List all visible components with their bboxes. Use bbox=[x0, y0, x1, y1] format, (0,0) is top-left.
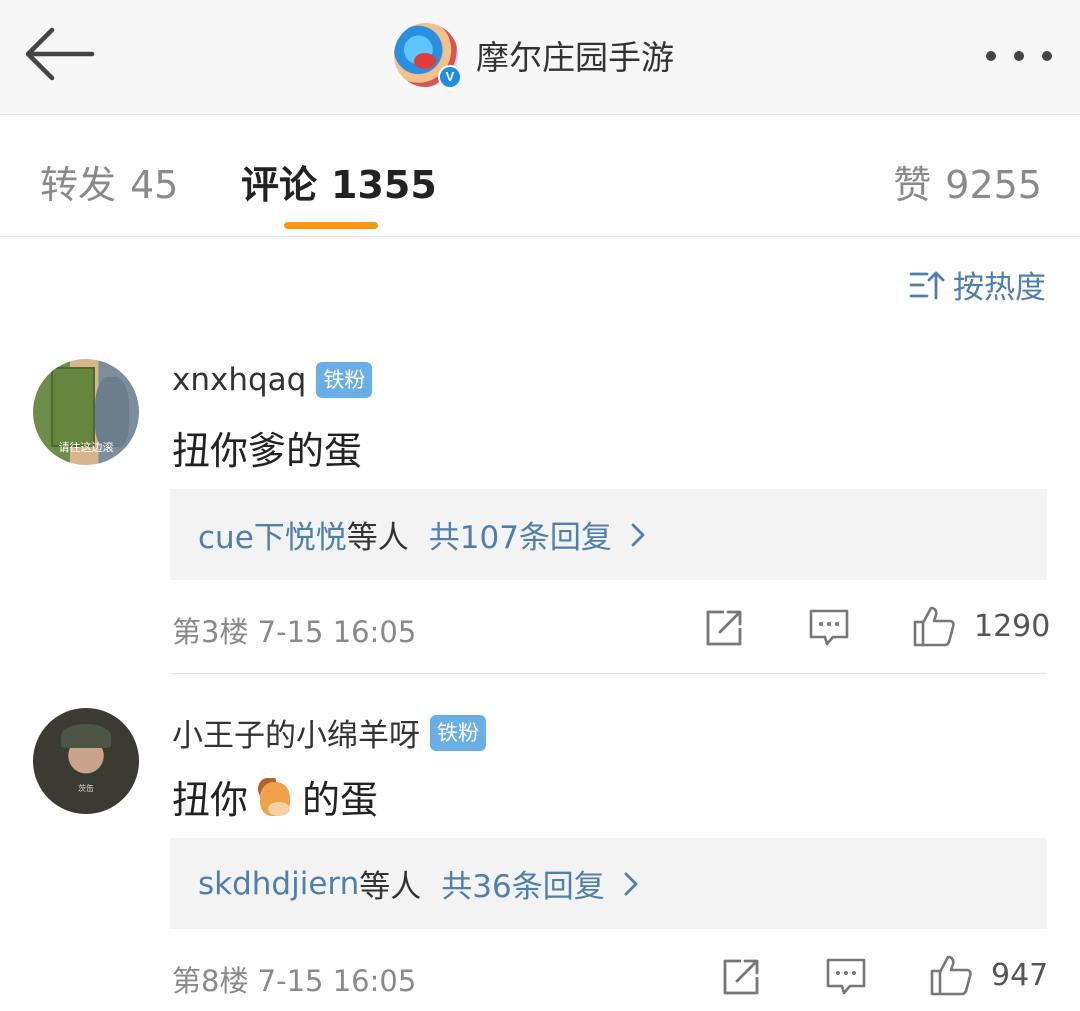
comment-icon bbox=[809, 609, 849, 646]
share-button[interactable] bbox=[721, 957, 761, 1001]
sort-by-hot-button[interactable]: 按热度 bbox=[909, 262, 1046, 307]
replies-summary[interactable]: cue下悦悦 等人 共107条回复 bbox=[170, 489, 1047, 580]
horse-emoji-icon bbox=[254, 776, 296, 818]
account-avatar[interactable]: V bbox=[394, 23, 462, 89]
avatar-caption: 请往这边滚 bbox=[58, 441, 114, 454]
tab-comment-count: 1355 bbox=[331, 163, 437, 207]
like-count: 947 bbox=[991, 958, 1049, 993]
avatar-decoration bbox=[51, 367, 95, 447]
comment-icon bbox=[826, 958, 866, 995]
user-avatar[interactable]: 茨缶 bbox=[33, 708, 139, 814]
active-tab-indicator bbox=[284, 222, 378, 229]
interaction-tabs: 转发 45 评论 1355 赞 9255 bbox=[0, 116, 1080, 237]
top-navigation-bar: V 摩尔庄园手游 bbox=[0, 0, 1080, 115]
like-button[interactable] bbox=[912, 604, 956, 652]
verified-badge-icon: V bbox=[438, 65, 462, 89]
tab-like-label: 赞 bbox=[893, 163, 932, 207]
more-dots-icon bbox=[1042, 51, 1052, 61]
more-dots-icon bbox=[986, 51, 996, 61]
tab-comment-label: 评论 bbox=[241, 163, 318, 207]
account-title-group[interactable]: V 摩尔庄园手游 bbox=[394, 20, 674, 90]
avatar-decoration bbox=[414, 53, 436, 69]
username[interactable]: 小王子的小绵羊呀 bbox=[172, 710, 420, 755]
comment-text: 扭你 的蛋 bbox=[172, 769, 378, 824]
comment-text-before: 扭你 bbox=[172, 778, 249, 822]
reply-count[interactable]: 共36条回复 bbox=[441, 861, 604, 906]
share-button[interactable] bbox=[704, 608, 744, 652]
comment-user-row: xnxhqaq 铁粉 bbox=[172, 362, 373, 398]
reply-user-names[interactable]: skdhdjiern bbox=[198, 866, 359, 902]
replies-summary[interactable]: skdhdjiern 等人 共36条回复 bbox=[170, 838, 1047, 929]
avatar-decoration bbox=[95, 377, 129, 447]
back-button[interactable] bbox=[22, 24, 98, 84]
reply-count[interactable]: 共107条回复 bbox=[429, 512, 612, 557]
chevron-right-icon bbox=[631, 523, 645, 546]
comment-divider bbox=[170, 673, 1047, 674]
comment-text-after: 的蛋 bbox=[302, 778, 379, 822]
avatar-decoration bbox=[61, 724, 111, 748]
tab-like-count: 9255 bbox=[945, 163, 1042, 207]
back-arrow-icon bbox=[25, 27, 95, 81]
tab-repost-label: 转发 bbox=[40, 163, 117, 207]
reply-others-text: 等人 bbox=[346, 520, 409, 556]
tab-repost-count: 45 bbox=[130, 163, 179, 207]
floor-and-time: 第3楼 7-15 16:05 bbox=[172, 615, 417, 649]
fan-badge[interactable]: 铁粉 bbox=[316, 362, 373, 398]
comment-text-content: 扭你爹的蛋 bbox=[172, 429, 363, 473]
account-name[interactable]: 摩尔庄园手游 bbox=[476, 31, 674, 79]
share-icon bbox=[706, 610, 742, 646]
comment-user-row: 小王子的小绵羊呀 铁粉 bbox=[172, 710, 486, 755]
username[interactable]: xnxhqaq bbox=[172, 362, 306, 398]
sort-label: 按热度 bbox=[953, 270, 1046, 306]
like-button[interactable] bbox=[929, 953, 973, 1001]
more-dots-icon bbox=[1014, 51, 1024, 61]
more-options-button[interactable] bbox=[986, 38, 1052, 74]
reply-button[interactable] bbox=[825, 957, 867, 1001]
reply-user-names[interactable]: cue下悦悦 bbox=[198, 512, 347, 557]
sort-icon bbox=[909, 271, 945, 299]
thumbs-up-icon bbox=[913, 606, 955, 647]
like-count: 1290 bbox=[974, 609, 1051, 644]
share-icon bbox=[723, 959, 759, 995]
reply-button[interactable] bbox=[808, 608, 850, 652]
thumbs-up-icon bbox=[930, 955, 972, 996]
floor-and-time: 第8楼 7-15 16:05 bbox=[172, 964, 417, 998]
tab-like[interactable]: 赞 9255 bbox=[893, 154, 1042, 209]
fan-badge[interactable]: 铁粉 bbox=[430, 714, 486, 751]
comment-text: 扭你爹的蛋 bbox=[172, 420, 362, 475]
avatar-caption: 茨缶 bbox=[78, 784, 94, 793]
reply-others-text: 等人 bbox=[359, 869, 422, 905]
chevron-right-icon bbox=[624, 872, 638, 895]
user-avatar[interactable]: 请往这边滚 bbox=[33, 359, 139, 465]
tab-repost[interactable]: 转发 45 bbox=[40, 154, 178, 209]
